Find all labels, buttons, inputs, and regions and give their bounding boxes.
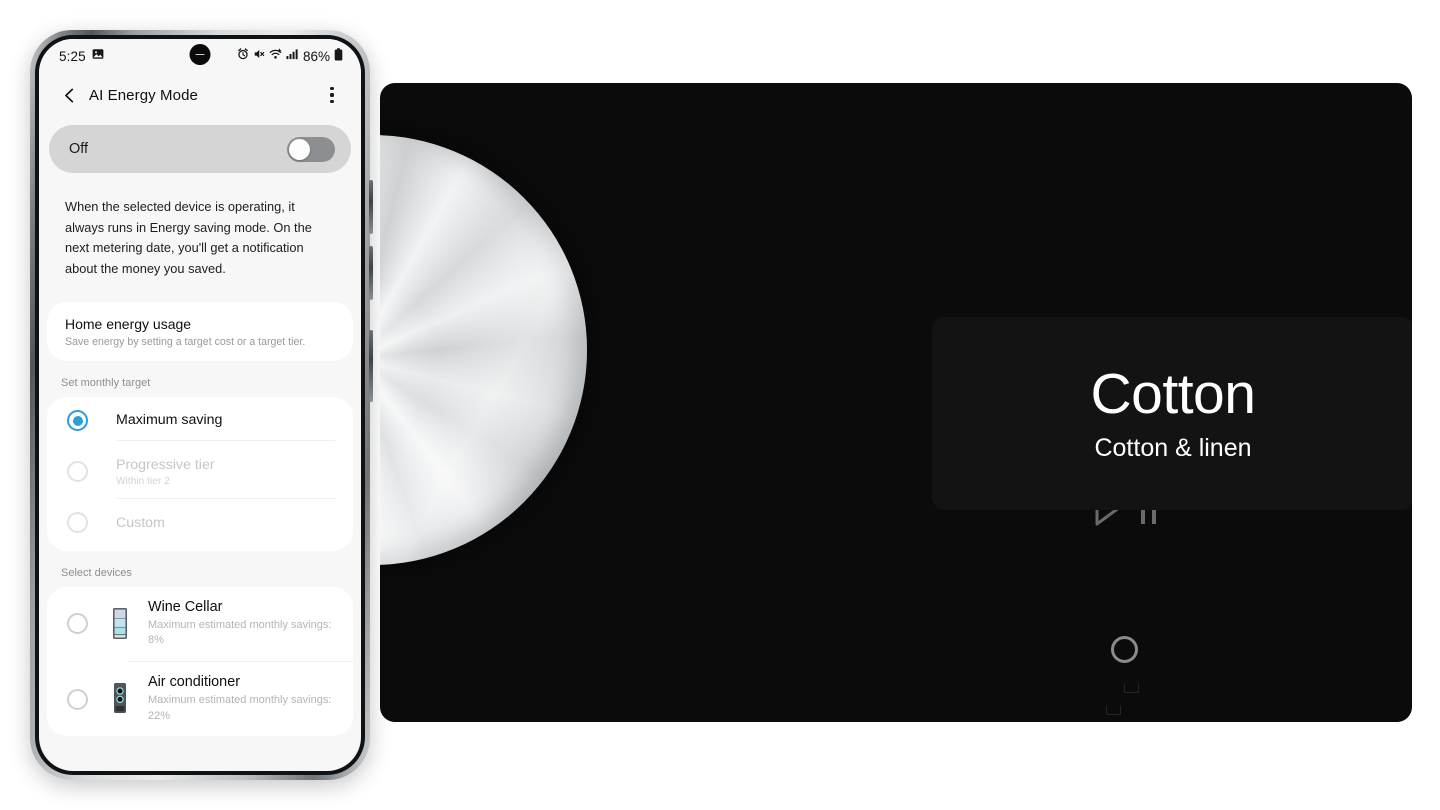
device-name: Wine Cellar bbox=[148, 598, 223, 615]
device-name: Air conditioner bbox=[148, 674, 240, 691]
description-text: When the selected device is operating, i… bbox=[65, 199, 312, 277]
air-conditioner-icon bbox=[110, 682, 130, 716]
app-bar: AI Energy Mode bbox=[39, 73, 361, 117]
set-monthly-target-label: Set monthly target bbox=[61, 376, 151, 389]
back-chevron-icon[interactable] bbox=[55, 81, 83, 109]
signal-icon bbox=[286, 48, 299, 64]
select-devices-label: Select devices bbox=[61, 566, 132, 579]
radio-air-conditioner[interactable] bbox=[67, 688, 88, 710]
power-ring-icon[interactable] bbox=[1111, 636, 1138, 663]
phone-device: 5:25 86% AI Energy Mode Off When the sel… bbox=[30, 30, 373, 780]
option-custom-text: Custom bbox=[116, 503, 335, 543]
switch-knob bbox=[289, 138, 310, 160]
option-progressive-tier-text: Progressive tier Within tier 2 bbox=[116, 445, 335, 499]
toggle-state-label: Off bbox=[69, 141, 89, 157]
battery-icon bbox=[334, 47, 343, 65]
app-content: Off When the selected device is operatin… bbox=[39, 125, 361, 737]
wifi-icon bbox=[269, 48, 282, 64]
option-sublabel: Within tier 2 bbox=[116, 475, 170, 487]
status-bar-right: 86% bbox=[237, 47, 343, 65]
punch-hole-camera bbox=[189, 44, 211, 65]
option-progressive-tier[interactable]: Progressive tier Within tier 2 bbox=[47, 445, 353, 499]
page-title: AI Energy Mode bbox=[89, 86, 198, 104]
home-energy-usage-subtitle: Save energy by setting a target cost or … bbox=[65, 335, 306, 348]
home-energy-usage-card[interactable]: Home energy usage Save energy by setting… bbox=[47, 301, 353, 361]
cycle-name: Cotton bbox=[1090, 362, 1256, 426]
gallery-icon bbox=[92, 48, 104, 64]
ai-energy-mode-toggle-row[interactable]: Off bbox=[49, 125, 351, 173]
power-button[interactable] bbox=[369, 330, 373, 402]
cycle-description: Cotton & linen bbox=[1094, 434, 1252, 462]
radio-maximum-saving[interactable] bbox=[67, 410, 88, 432]
volume-up-button[interactable] bbox=[369, 180, 373, 234]
device-air-conditioner-text: Air conditioner Maximum estimated monthl… bbox=[148, 662, 337, 736]
option-maximum-saving-text: Maximum saving bbox=[116, 400, 335, 442]
radio-custom[interactable] bbox=[67, 512, 88, 534]
more-options-icon[interactable] bbox=[319, 82, 345, 108]
devices-card: Wine Cellar Maximum estimated monthly sa… bbox=[47, 586, 353, 737]
device-wine-cellar-text: Wine Cellar Maximum estimated monthly sa… bbox=[148, 587, 337, 661]
option-label: Custom bbox=[116, 514, 165, 531]
selected-cycle-card: Cotton Cotton & linen bbox=[932, 317, 1412, 510]
option-label: Progressive tier bbox=[116, 456, 215, 473]
option-label: Maximum saving bbox=[116, 412, 223, 429]
option-custom[interactable]: Custom bbox=[47, 499, 353, 547]
volume-down-button[interactable] bbox=[369, 246, 373, 300]
ai-energy-mode-switch[interactable] bbox=[287, 136, 335, 162]
status-time: 5:25 bbox=[59, 48, 86, 64]
mute-icon bbox=[253, 48, 265, 64]
phone-bezel: 5:25 86% AI Energy Mode Off When the sel… bbox=[35, 35, 365, 775]
device-savings: Maximum estimated monthly savings: 22% bbox=[148, 694, 332, 722]
device-row-air-conditioner[interactable]: Air conditioner Maximum estimated monthl… bbox=[47, 662, 353, 736]
washer-control-panel: Cotton Cotton & linen bbox=[380, 83, 1412, 722]
radio-progressive-tier[interactable] bbox=[67, 461, 88, 483]
phone-screen: 5:25 86% AI Energy Mode Off When the sel… bbox=[39, 39, 361, 771]
status-bar: 5:25 86% bbox=[39, 39, 361, 73]
wine-cellar-icon bbox=[110, 607, 130, 641]
battery-percentage: 86% bbox=[302, 48, 330, 64]
alarm-icon bbox=[237, 48, 249, 64]
home-energy-usage-title: Home energy usage bbox=[65, 315, 192, 332]
radio-wine-cellar[interactable] bbox=[67, 613, 88, 635]
monthly-target-card: Maximum saving Progressive tier Within t… bbox=[47, 396, 353, 551]
status-indicator-marks bbox=[1106, 683, 1150, 722]
device-savings: Maximum estimated monthly savings: 8% bbox=[148, 618, 332, 647]
status-bar-left: 5:25 bbox=[59, 48, 104, 64]
control-dial[interactable] bbox=[380, 135, 587, 565]
option-maximum-saving[interactable]: Maximum saving bbox=[47, 397, 353, 445]
device-row-wine-cellar[interactable]: Wine Cellar Maximum estimated monthly sa… bbox=[47, 587, 353, 661]
